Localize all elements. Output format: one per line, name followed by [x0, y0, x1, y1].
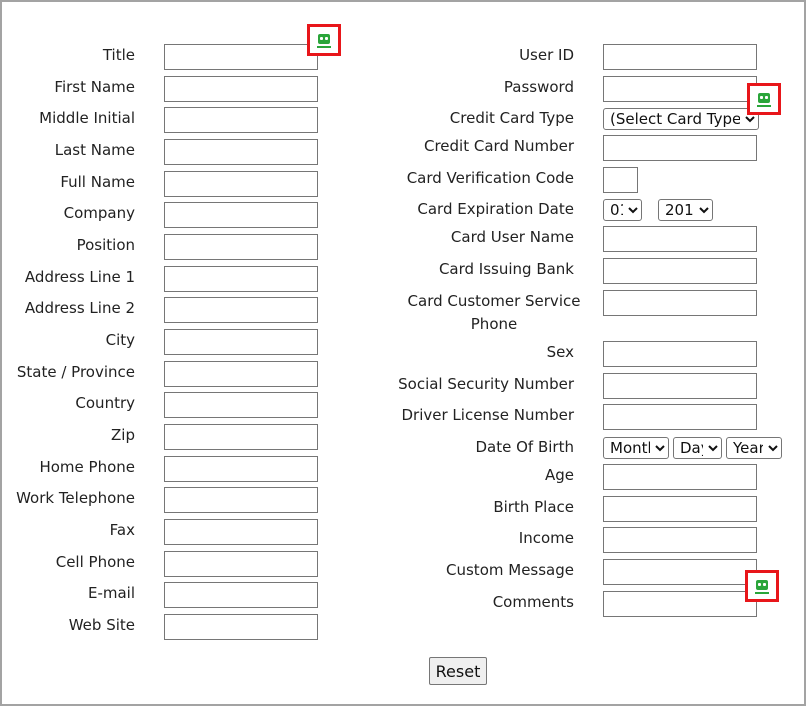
web-site-label: Web Site — [68, 616, 135, 634]
full-name-input[interactable] — [164, 171, 318, 197]
form-filler-icon[interactable] — [307, 24, 341, 56]
position-label: Position — [76, 236, 135, 254]
credit-card-type-select[interactable]: (Select Card Type) — [603, 108, 759, 130]
cell-phone-label: Cell Phone — [55, 553, 135, 571]
position-input[interactable] — [164, 234, 318, 260]
fax-label: Fax — [109, 521, 135, 539]
card-verification-code-label: Card Verification Code — [406, 169, 574, 187]
title-label: Title — [102, 46, 135, 64]
zip-label: Zip — [111, 426, 135, 444]
birth-place-input[interactable] — [603, 496, 757, 522]
card-customer-service-phone-input[interactable] — [603, 290, 757, 316]
form-filler-icon-bar — [757, 105, 771, 107]
card-user-name-label: Card User Name — [450, 228, 574, 246]
city-label: City — [105, 331, 135, 349]
income-label: Income — [518, 529, 574, 547]
last-name-label: Last Name — [54, 141, 135, 159]
expiration-month-select[interactable]: 01 — [603, 199, 642, 221]
address-line-1-input[interactable] — [164, 266, 318, 292]
income-input[interactable] — [603, 527, 757, 553]
age-input[interactable] — [603, 464, 757, 490]
credit-card-type-label: Credit Card Type — [449, 109, 574, 127]
form-filler-icon-bar — [317, 46, 331, 48]
home-phone-input[interactable] — [164, 456, 318, 482]
first-name-input[interactable] — [164, 76, 318, 102]
sex-input[interactable] — [603, 341, 757, 367]
user-id-input[interactable] — [603, 44, 757, 70]
work-telephone-input[interactable] — [164, 487, 318, 513]
form-filler-icon-face — [756, 580, 768, 590]
card-expiration-date-label: Card Expiration Date — [417, 200, 574, 218]
sex-label: Sex — [546, 343, 574, 361]
state-province-input[interactable] — [164, 361, 318, 387]
work-telephone-label: Work Telephone — [16, 489, 135, 507]
fax-input[interactable] — [164, 519, 318, 545]
address-line-1-label: Address Line 1 — [24, 268, 135, 286]
social-security-number-label: Social Security Number — [398, 375, 574, 393]
date-of-birth-label: Date Of Birth — [475, 438, 575, 456]
first-name-label: First Name — [54, 78, 135, 96]
full-name-label: Full Name — [60, 173, 135, 191]
card-customer-service-phone-label: Card Customer Service Phone — [407, 292, 581, 333]
dob-day-select[interactable]: Day — [673, 437, 722, 459]
web-site-input[interactable] — [164, 614, 318, 640]
driver-license-number-input[interactable] — [603, 404, 757, 430]
email-input[interactable] — [164, 582, 318, 608]
reset-button[interactable]: Reset — [429, 657, 487, 685]
custom-message-label: Custom Message — [446, 561, 574, 579]
form-filler-icon-face — [758, 93, 770, 103]
card-user-name-input[interactable] — [603, 226, 757, 252]
age-label: Age — [544, 466, 574, 484]
dob-year-select[interactable]: Year — [726, 437, 782, 459]
email-label: E-mail — [87, 584, 135, 602]
country-input[interactable] — [164, 392, 318, 418]
title-input[interactable] — [164, 44, 318, 70]
password-label: Password — [503, 78, 574, 96]
home-phone-label: Home Phone — [39, 458, 135, 476]
cell-phone-input[interactable] — [164, 551, 318, 577]
card-issuing-bank-label: Card Issuing Bank — [438, 260, 574, 278]
middle-initial-input[interactable] — [164, 107, 318, 133]
zip-input[interactable] — [164, 424, 318, 450]
middle-initial-label: Middle Initial — [39, 109, 135, 127]
form-filler-icon[interactable] — [747, 83, 781, 115]
social-security-number-input[interactable] — [603, 373, 757, 399]
credit-card-number-label: Credit Card Number — [424, 137, 574, 155]
last-name-input[interactable] — [164, 139, 318, 165]
credit-card-number-input[interactable] — [603, 135, 757, 161]
country-label: Country — [75, 394, 135, 412]
driver-license-number-label: Driver License Number — [401, 406, 575, 424]
address-line-2-label: Address Line 2 — [24, 299, 135, 317]
form-frame: Title First Name Middle Initial Last Nam… — [0, 0, 806, 706]
comments-label: Comments — [492, 593, 574, 611]
company-input[interactable] — [164, 202, 318, 228]
dob-month-select[interactable]: Month — [603, 437, 669, 459]
form-filler-icon-face — [318, 34, 330, 44]
password-input[interactable] — [603, 76, 757, 102]
card-verification-code-input[interactable] — [603, 167, 638, 193]
card-issuing-bank-input[interactable] — [603, 258, 757, 284]
form-filler-icon-bar — [755, 592, 769, 594]
state-province-label: State / Province — [16, 363, 135, 381]
city-input[interactable] — [164, 329, 318, 355]
user-id-label: User ID — [519, 46, 574, 64]
address-line-2-input[interactable] — [164, 297, 318, 323]
expiration-year-select[interactable]: 2019 — [658, 199, 713, 221]
birth-place-label: Birth Place — [493, 498, 574, 516]
custom-message-input[interactable] — [603, 559, 757, 585]
comments-input[interactable] — [603, 591, 757, 617]
form-filler-icon[interactable] — [745, 570, 779, 602]
company-label: Company — [63, 204, 135, 222]
